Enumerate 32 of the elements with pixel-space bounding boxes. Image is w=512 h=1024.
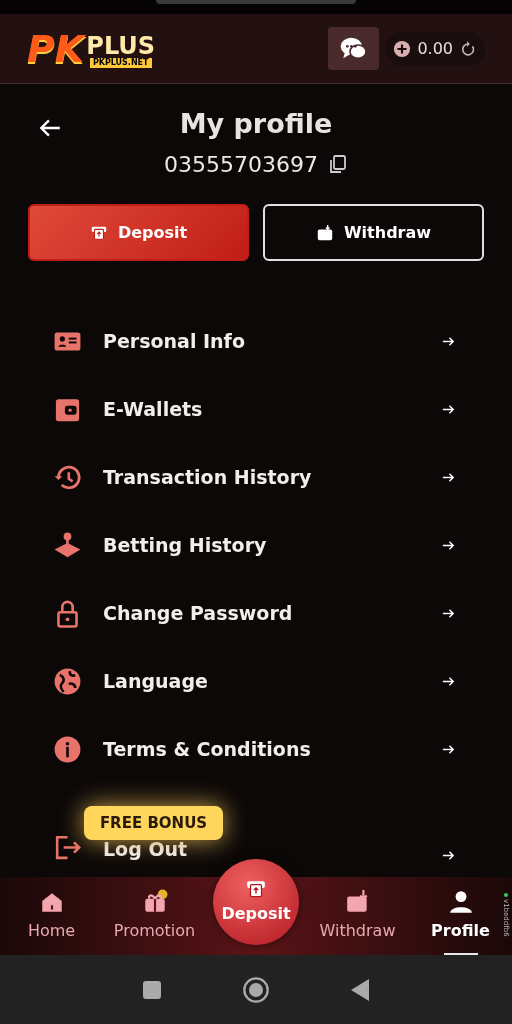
home-circle-icon xyxy=(242,975,270,1004)
plus-icon xyxy=(393,39,412,58)
refresh-icon xyxy=(459,39,477,58)
menu-item[interactable]: Betting History xyxy=(0,511,512,579)
menu-item[interactable]: E-Wallets xyxy=(0,375,512,443)
active-indicator xyxy=(443,953,478,955)
withdraw-button[interactable]: Withdraw xyxy=(263,204,484,261)
nav-tab[interactable]: Promotion xyxy=(103,889,206,943)
chat-button[interactable] xyxy=(328,27,380,70)
copy-button[interactable] xyxy=(328,154,348,174)
square-icon xyxy=(142,979,162,1000)
promo-badge: FREE BONUS xyxy=(84,806,223,840)
phone-number: 03555703697 xyxy=(164,150,318,179)
logo-text: PLUS xyxy=(86,33,156,58)
menu-item[interactable]: Language xyxy=(0,647,512,715)
wallet-icon xyxy=(315,223,334,242)
nav-tab[interactable]: Withdraw xyxy=(306,889,409,943)
logo-text: PK xyxy=(27,29,85,68)
atm-icon xyxy=(245,878,267,900)
deposit-nav-button[interactable]: Deposit xyxy=(213,859,299,945)
balance-amount: 0.00 xyxy=(417,37,453,60)
menu-item[interactable]: Transaction History xyxy=(0,443,512,511)
page-title: My profile xyxy=(179,106,333,141)
logo-subtitle: PKPLUS.NET xyxy=(89,57,152,68)
person-icon xyxy=(447,889,474,915)
back-triangle-icon xyxy=(350,977,370,1002)
nav-tab[interactable]: Home xyxy=(0,889,103,943)
menu-item[interactable]: Terms & Conditions xyxy=(0,715,512,783)
copy-icon xyxy=(328,154,348,174)
menu-item[interactable]: Change Password xyxy=(0,579,512,647)
menu-item[interactable]: Personal Info xyxy=(0,307,512,375)
deposit-button[interactable]: Deposit xyxy=(28,204,249,261)
